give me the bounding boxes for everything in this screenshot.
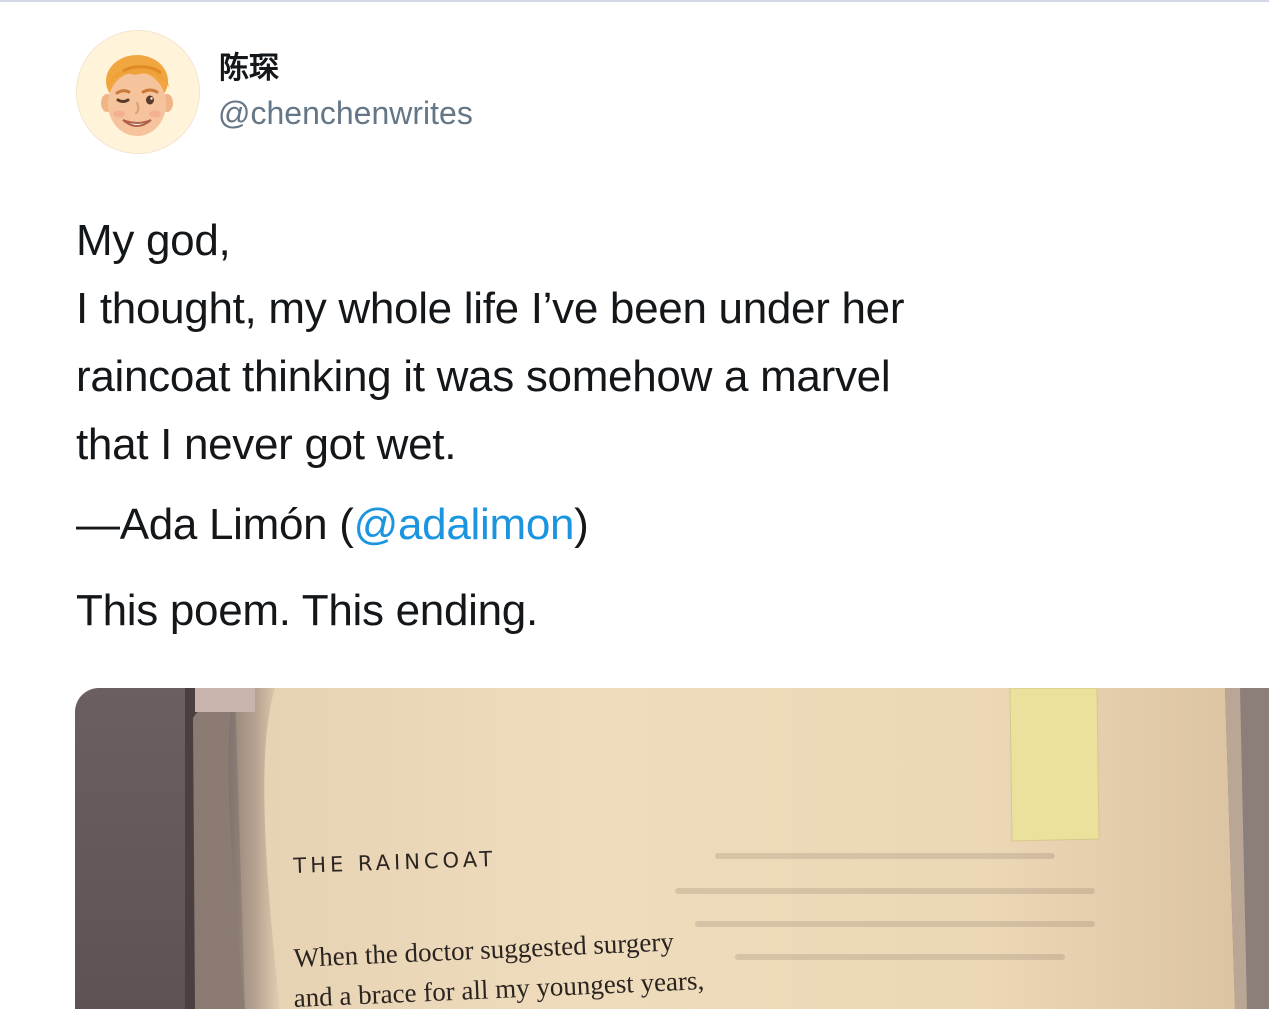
tweet-line: that I never got wet. <box>76 420 457 469</box>
tweet-comment: This poem. This ending. <box>76 586 538 635</box>
tweet-text: My god, I thought, my whole life I’ve be… <box>76 207 1176 479</box>
attribution-suffix: ) <box>574 500 589 549</box>
poem-attribution: —Ada Limón (@adalimon) <box>76 493 589 557</box>
top-divider <box>0 0 1269 2</box>
tweet-line: I thought, my whole life I’ve been under… <box>76 284 905 333</box>
memoji-avatar-icon <box>77 31 199 153</box>
tweet-line: My god, <box>76 216 231 265</box>
book-photo-image <box>75 688 1269 1009</box>
avatar[interactable] <box>76 30 200 154</box>
tweet-photo[interactable]: THE RAINCOAT When the doctor suggested s… <box>75 688 1269 1009</box>
mention-link[interactable]: @adalimon <box>354 500 575 549</box>
attribution-prefix: —Ada Limón ( <box>76 500 354 549</box>
tweet-line: raincoat thinking it was somehow a marve… <box>76 352 891 401</box>
display-name[interactable]: 陈琛 <box>219 50 279 88</box>
user-handle[interactable]: @chenchenwrites <box>218 94 473 132</box>
